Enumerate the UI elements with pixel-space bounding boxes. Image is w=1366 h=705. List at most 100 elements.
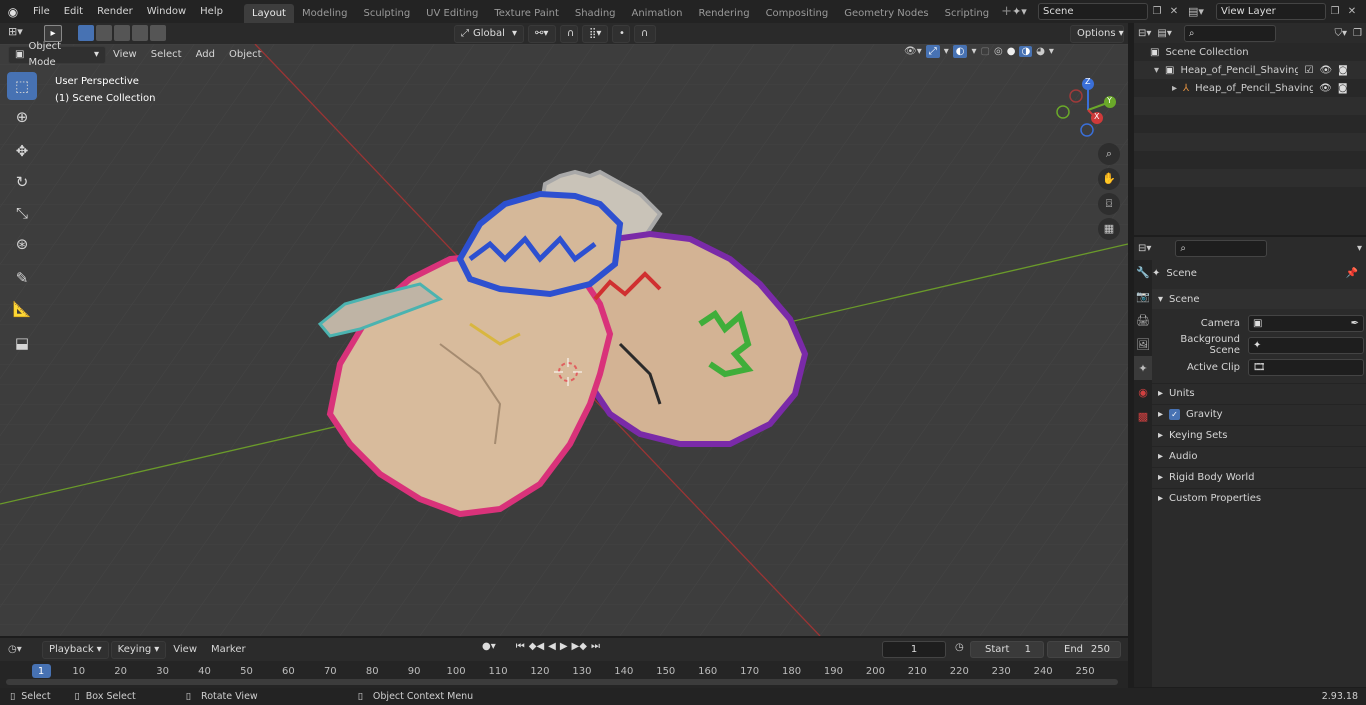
audio-panel-header[interactable]: ▸ Audio: [1152, 446, 1366, 466]
view-layer-field[interactable]: View Layer: [1216, 3, 1326, 20]
proportional-edit-toggle[interactable]: •: [612, 25, 630, 43]
rendered-shading-icon[interactable]: ◕: [1036, 46, 1045, 57]
pivot-dropdown[interactable]: ⚯▾: [528, 25, 556, 43]
delete-scene-icon[interactable]: ✕: [1166, 6, 1182, 17]
viewport-menu-select[interactable]: Select: [144, 43, 189, 66]
perspective-toggle-icon[interactable]: ▦: [1098, 218, 1120, 240]
texture-tab-icon[interactable]: ▩: [1134, 404, 1152, 428]
properties-search-input[interactable]: ⌕: [1175, 239, 1268, 257]
mode-dropdown[interactable]: ▣ Object Mode ▾: [8, 41, 106, 68]
tab-shading[interactable]: Shading: [567, 4, 624, 23]
camera-field[interactable]: ▣ ✒: [1248, 314, 1364, 332]
expand-arrow-icon[interactable]: ▾: [1154, 65, 1159, 76]
timeline-menu-view[interactable]: View: [166, 638, 204, 661]
viewport-menu-view[interactable]: View: [106, 43, 144, 66]
play-icon[interactable]: ▶: [560, 641, 568, 652]
delete-view-layer-icon[interactable]: ✕: [1344, 6, 1360, 17]
add-cube-tool-icon[interactable]: ⬓: [7, 329, 37, 357]
menu-edit[interactable]: Edit: [57, 0, 90, 23]
record-icon[interactable]: ●▾: [482, 641, 496, 652]
view-layer-tab-icon[interactable]: 🖼: [1134, 332, 1152, 356]
snap-settings[interactable]: ⣿▾: [582, 25, 608, 43]
viewport-menu-object[interactable]: Object: [222, 43, 269, 66]
rotate-tool-icon[interactable]: ↻: [7, 168, 37, 196]
jump-keyframe-back-icon[interactable]: ◆◀: [529, 641, 544, 652]
units-panel-header[interactable]: ▸ Units: [1152, 383, 1366, 403]
add-workspace-icon[interactable]: +: [1001, 4, 1012, 19]
chevron-down-icon[interactable]: ▾: [1049, 46, 1054, 57]
jump-start-icon[interactable]: ⏮: [516, 641, 525, 652]
pin-icon[interactable]: 📌: [1346, 268, 1358, 279]
transform-tool-icon[interactable]: ⊛: [7, 230, 37, 258]
xray-toggle-icon[interactable]: ▢: [981, 46, 990, 57]
falloff-dropdown[interactable]: ∩: [634, 25, 656, 43]
timeline-ruler[interactable]: 1 10 20 30 40 50 60 70 80 90 100 110 120 130 140 150 160…: [0, 661, 1128, 688]
render-tab-icon[interactable]: 📷: [1134, 284, 1152, 308]
select-mode-group[interactable]: [78, 25, 166, 41]
material-shading-icon[interactable]: ◑: [1019, 46, 1033, 57]
new-view-layer-icon[interactable]: ❐: [1326, 6, 1344, 17]
output-tab-icon[interactable]: 🖨: [1134, 308, 1152, 332]
overlay-toggle-icon[interactable]: ◐: [952, 45, 968, 58]
jump-keyframe-forward-icon[interactable]: ▶◆: [572, 641, 587, 652]
tab-uv-editing[interactable]: UV Editing: [418, 4, 486, 23]
scene-panel-header[interactable]: ▾ Scene: [1152, 289, 1366, 309]
chevron-down-icon[interactable]: ▾: [944, 46, 949, 57]
preview-range-icon[interactable]: ◷: [955, 642, 964, 653]
menu-help[interactable]: Help: [193, 0, 230, 23]
keying-menu[interactable]: Keying ▾: [110, 640, 167, 659]
outliner-row-root[interactable]: ▣ Scene Collection: [1134, 43, 1366, 61]
tab-sculpting[interactable]: Sculpting: [355, 4, 418, 23]
world-tab-icon[interactable]: ◉: [1134, 380, 1152, 404]
visibility-icon[interactable]: 👁▾: [904, 46, 922, 57]
mode-subtract-icon[interactable]: [114, 25, 130, 41]
chevron-down-icon[interactable]: ▾: [971, 46, 976, 57]
scale-tool-icon[interactable]: ⤡: [7, 199, 37, 227]
mode-intersect-icon[interactable]: [150, 25, 166, 41]
eye-icon[interactable]: 👁: [1319, 83, 1332, 94]
tab-layout[interactable]: Layout: [243, 4, 294, 23]
tab-modeling[interactable]: Modeling: [294, 4, 356, 23]
gravity-panel-header[interactable]: ▸ ✓ Gravity: [1152, 404, 1366, 424]
scene-selector[interactable]: ✦▾ Scene ❐ ✕: [1012, 2, 1182, 21]
custom-properties-panel-header[interactable]: ▸ Custom Properties: [1152, 488, 1366, 508]
solid-shading-icon[interactable]: ●: [1007, 46, 1016, 57]
jump-end-icon[interactable]: ⏭: [591, 641, 600, 652]
mode-extend-icon[interactable]: [96, 25, 112, 41]
active-clip-field[interactable]: 🎞: [1248, 358, 1364, 376]
tab-animation[interactable]: Animation: [624, 4, 691, 23]
eyedropper-icon[interactable]: ✒: [1351, 316, 1359, 331]
properties-editor-icon[interactable]: ⊟▾: [1138, 243, 1151, 254]
menu-window[interactable]: Window: [140, 0, 193, 23]
tab-scripting[interactable]: Scripting: [937, 4, 997, 23]
select-box-tool-icon[interactable]: ⬚: [7, 72, 37, 100]
mode-invert-icon[interactable]: [132, 25, 148, 41]
keying-sets-panel-header[interactable]: ▸ Keying Sets: [1152, 425, 1366, 445]
timeline-editor-icon[interactable]: ◷▾: [8, 644, 38, 655]
playback-menu[interactable]: Playback ▾: [42, 640, 109, 659]
annotate-tool-icon[interactable]: ✎: [7, 264, 37, 292]
editor-type-icon[interactable]: ⊞▾: [8, 25, 23, 38]
blender-logo-icon[interactable]: ◉: [0, 5, 26, 19]
zoom-icon[interactable]: ⌕: [1098, 143, 1120, 165]
eye-icon[interactable]: 👁: [1319, 65, 1332, 76]
3d-viewport[interactable]: User Perspective (1) Scene Collection Z …: [0, 44, 1128, 636]
pan-hand-icon[interactable]: ✋: [1098, 168, 1120, 190]
viewport-menu-add[interactable]: Add: [189, 43, 222, 66]
display-mode-icon[interactable]: ▤▾: [1157, 28, 1171, 39]
expand-arrow-icon[interactable]: ▸: [1172, 83, 1177, 94]
menu-render[interactable]: Render: [90, 0, 140, 23]
background-scene-field[interactable]: ✦: [1248, 336, 1364, 354]
tool-tab-icon[interactable]: 🔧: [1134, 260, 1152, 284]
gravity-checkbox[interactable]: ✓: [1169, 409, 1181, 420]
start-frame-field[interactable]: Start 1: [970, 641, 1044, 658]
tab-texture-paint[interactable]: Texture Paint: [486, 4, 567, 23]
scene-name-field[interactable]: Scene: [1038, 3, 1148, 20]
tab-rendering[interactable]: Rendering: [690, 4, 757, 23]
options-dropdown[interactable]: Options ▾: [1070, 25, 1124, 43]
timeline-menu-marker[interactable]: Marker: [204, 638, 253, 661]
move-tool-icon[interactable]: ✥: [7, 137, 37, 165]
tab-geometry-nodes[interactable]: Geometry Nodes: [836, 4, 936, 23]
camera-icon[interactable]: ◙: [1338, 83, 1348, 94]
timeline-scrollbar[interactable]: [6, 679, 1118, 685]
